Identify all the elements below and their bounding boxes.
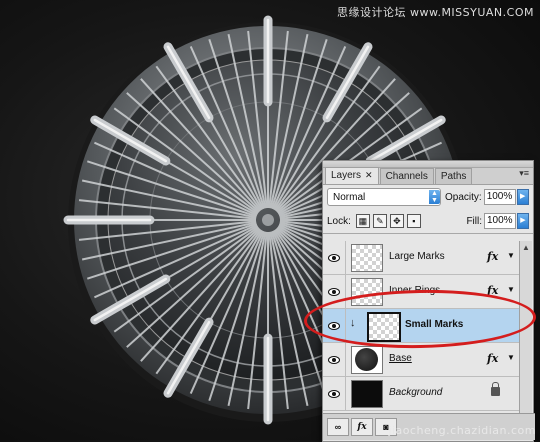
- panel-menu-icon[interactable]: ▾≡: [519, 168, 529, 179]
- lock-row: Lock: ▦ ✎ ✥ ▪ Fill: 100% ▶: [323, 209, 533, 234]
- blend-mode-value: Normal: [333, 191, 366, 203]
- layer-row-base[interactable]: Base fx ▼: [323, 343, 519, 377]
- tab-layers[interactable]: Layers ✕: [325, 167, 379, 184]
- lock-icon: [491, 382, 500, 396]
- eye-icon[interactable]: [323, 343, 346, 376]
- scroll-up-icon[interactable]: ▲: [522, 243, 530, 252]
- fx-icon[interactable]: fx: [487, 352, 498, 365]
- layer-row-large-marks[interactable]: Large Marks fx ▼: [323, 241, 519, 275]
- expand-arrow-icon[interactable]: ▼: [507, 251, 515, 260]
- add-style-button[interactable]: fx: [351, 418, 373, 436]
- watermark-top: 思缘设计论坛 www.MISSYUAN.COM: [336, 6, 534, 19]
- layer-name[interactable]: Large Marks: [389, 251, 445, 262]
- lock-all-icon[interactable]: ▪: [406, 214, 421, 228]
- lock-label: Lock:: [327, 215, 351, 227]
- fill-slider-button[interactable]: ▶: [517, 213, 529, 229]
- blend-row: Normal ▲ ▼ Opacity: 100% ▶: [323, 185, 533, 209]
- layer-thumbnail: [351, 380, 383, 408]
- close-icon[interactable]: ✕: [365, 170, 373, 180]
- eye-icon[interactable]: [323, 377, 346, 410]
- fill-label: Fill:: [466, 215, 482, 227]
- layer-row-background[interactable]: Background: [323, 377, 519, 411]
- lock-position-icon[interactable]: ✥: [389, 214, 404, 228]
- layer-thumbnail: [351, 346, 383, 374]
- opacity-input[interactable]: 100%: [483, 189, 516, 205]
- link-icon[interactable]: ∞: [327, 418, 349, 436]
- tab-layers-label: Layers: [331, 170, 362, 181]
- tab-paths[interactable]: Paths: [434, 168, 473, 184]
- expand-arrow-icon[interactable]: ▼: [507, 353, 515, 362]
- layer-thumbnail: [351, 244, 383, 272]
- eye-icon[interactable]: [323, 241, 346, 274]
- panel-tabs: Layers ✕ Channels Paths ▾≡: [323, 167, 533, 185]
- fx-icon[interactable]: fx: [487, 250, 498, 263]
- opacity-slider-button[interactable]: ▶: [516, 189, 529, 205]
- fill-input[interactable]: 100%: [484, 213, 516, 229]
- tab-channels[interactable]: Channels: [379, 168, 434, 184]
- expand-arrow-icon[interactable]: ▼: [507, 285, 515, 294]
- blend-mode-select[interactable]: Normal ▲ ▼: [327, 188, 441, 206]
- dropdown-arrows-icon: ▲ ▼: [429, 190, 440, 204]
- watermark-bottom: jiaocheng.chazidian.com: [388, 424, 536, 437]
- layer-name[interactable]: Base: [389, 353, 412, 364]
- layer-name[interactable]: Background: [389, 387, 442, 398]
- opacity-label: Opacity:: [445, 191, 482, 203]
- lock-transparency-icon[interactable]: ▦: [355, 214, 370, 228]
- lock-image-icon[interactable]: ✎: [372, 214, 387, 228]
